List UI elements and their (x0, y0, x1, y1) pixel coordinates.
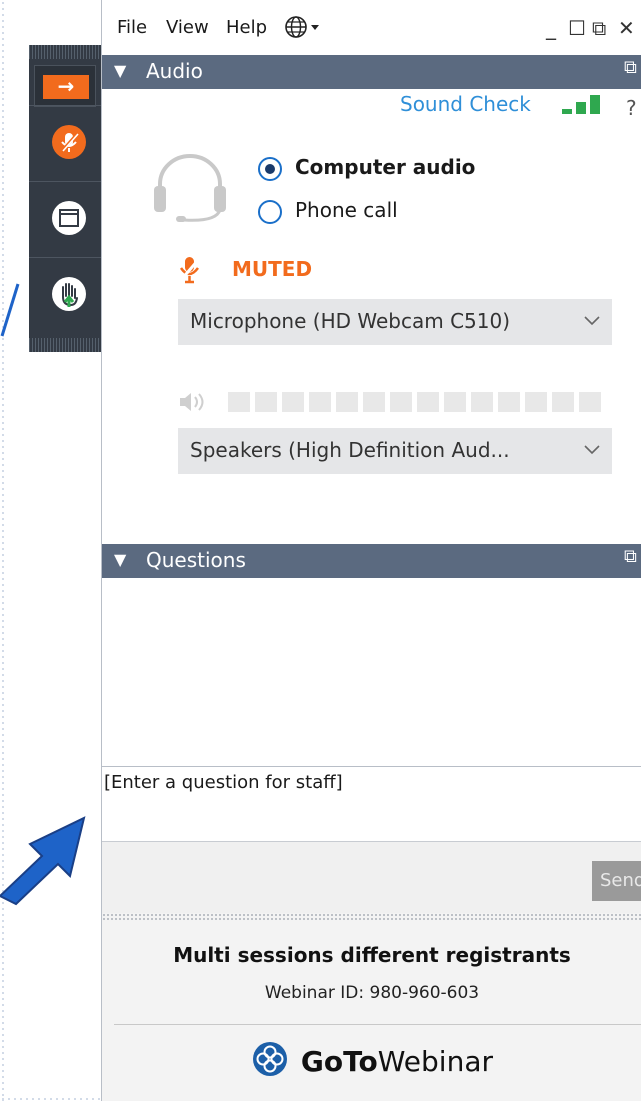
level-box (498, 392, 520, 412)
level-box (309, 392, 331, 412)
gotowebinar-logo: GoToWebinar (252, 1041, 493, 1081)
menu-file[interactable]: File (117, 17, 147, 38)
grabtab-top-grip[interactable] (29, 45, 101, 59)
raise-hand-button[interactable] (29, 257, 101, 332)
restore-button[interactable]: ⧉ (592, 16, 606, 40)
audio-header-title: Audio (146, 59, 203, 83)
session-title: Multi sessions different registrants (173, 943, 571, 967)
window-icon (52, 201, 86, 235)
mic-muted-status-icon (179, 257, 201, 284)
signal-bars-icon (562, 95, 600, 114)
menu-view[interactable]: View (166, 17, 209, 38)
menu-help[interactable]: Help (226, 17, 267, 38)
logo-goto: GoTo (300, 1045, 378, 1078)
background-dots (0, 0, 8, 1101)
minimize-button[interactable]: _ (546, 16, 556, 40)
close-button[interactable]: ✕ (618, 16, 635, 40)
phone-call-radio[interactable] (258, 200, 282, 224)
level-box (336, 392, 358, 412)
chevron-down-icon (582, 308, 602, 337)
popout-icon[interactable]: ⧉ (624, 546, 637, 567)
grabtab-bottom-grip[interactable] (29, 338, 101, 352)
send-area: Send (102, 842, 641, 916)
control-panel-grabtab: → (29, 45, 101, 352)
resize-grip[interactable] (102, 913, 641, 921)
microphone-value: Microphone (HD Webcam C510) (190, 309, 511, 333)
gotowebinar-flower-icon (253, 1042, 287, 1076)
question-placeholder: [Enter a question for staff] (104, 772, 343, 793)
level-box (282, 392, 304, 412)
muted-status: MUTED (232, 257, 313, 281)
phone-call-label[interactable]: Phone call (295, 198, 398, 222)
level-box (525, 392, 547, 412)
speakers-dropdown[interactable]: Speakers (High Definition Aud... (178, 428, 612, 474)
webinar-id: Webinar ID: 980-960-603 (264, 983, 480, 1003)
arrow-right-icon: → (43, 75, 89, 99)
level-box (471, 392, 493, 412)
chevron-down-icon (582, 437, 602, 466)
question-input[interactable]: [Enter a question for staff] (102, 766, 641, 842)
questions-log (102, 578, 641, 766)
sound-check-link[interactable]: Sound Check (400, 92, 531, 116)
gotowebinar-window: File View Help _ ☐ ⧉ ✕ ▼ Audio ⧉ Sound C… (101, 0, 641, 1101)
level-box (363, 392, 385, 412)
level-box (552, 392, 574, 412)
mic-muted-icon (52, 125, 86, 159)
microphone-dropdown[interactable]: Microphone (HD Webcam C510) (178, 299, 612, 345)
footer-divider (114, 1024, 641, 1025)
mute-toggle-button[interactable] (29, 105, 101, 180)
collapse-triangle-icon: ▼ (114, 61, 127, 80)
logo-webinar: Webinar (377, 1045, 493, 1078)
questions-section-header[interactable]: ▼ Questions ⧉ (102, 544, 641, 578)
questions-header-title: Questions (146, 548, 246, 572)
level-box (255, 392, 277, 412)
language-menu[interactable] (284, 14, 322, 45)
speaker-icon (180, 393, 204, 411)
popout-icon[interactable]: ⧉ (624, 57, 637, 78)
computer-audio-label[interactable]: Computer audio (295, 155, 475, 179)
footer: Multi sessions different registrants Web… (102, 921, 641, 1101)
maximize-button[interactable]: ☐ (568, 16, 586, 40)
viewer-window-button[interactable] (29, 181, 101, 256)
collapse-triangle-icon: ▼ (114, 550, 127, 569)
raise-hand-icon (52, 277, 86, 311)
level-box (444, 392, 466, 412)
annotation-arrow-partial (0, 283, 20, 337)
menu-bar: File View Help _ ☐ ⧉ ✕ (102, 0, 641, 56)
level-box (579, 392, 601, 412)
headset-icon (154, 154, 226, 222)
level-box (417, 392, 439, 412)
audio-section-header[interactable]: ▼ Audio ⧉ (102, 55, 641, 89)
computer-audio-radio[interactable] (258, 157, 282, 181)
speakers-value: Speakers (High Definition Aud... (190, 438, 510, 462)
globe-icon (285, 16, 319, 38)
level-box (228, 392, 250, 412)
help-icon[interactable]: ? (626, 96, 637, 120)
level-box (390, 392, 412, 412)
send-button[interactable]: Send (592, 861, 641, 901)
annotation-arrow (0, 816, 86, 906)
show-panel-button[interactable]: → (34, 65, 96, 107)
